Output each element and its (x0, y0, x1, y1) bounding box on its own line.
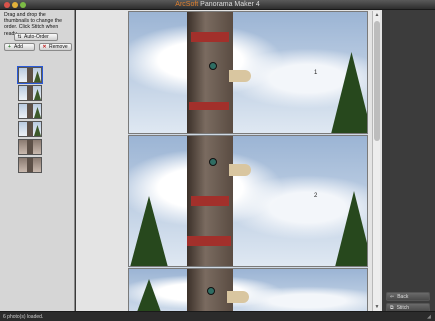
totem-pole (187, 12, 233, 133)
left-panel: Drag and drop the thumbnails to change t… (0, 10, 75, 311)
frame-label-1: 1 (314, 70, 318, 76)
preview-frame-1[interactable] (128, 11, 368, 134)
right-panel: ⇐ Back ⧉ Stitch (382, 10, 435, 312)
back-label: Back (397, 293, 409, 300)
sort-icon: ⇅ (17, 33, 22, 40)
resize-grip-icon[interactable]: ◢ (427, 314, 433, 320)
tree (129, 196, 169, 266)
add-button[interactable]: + Add (4, 43, 35, 51)
status-bar: 6 photo(s) loaded. ◢ (0, 311, 435, 321)
stitch-icon: ⧉ (390, 304, 394, 311)
x-icon: ✕ (42, 43, 47, 50)
frame-label-2: 2 (314, 193, 318, 199)
preview-scrollbar[interactable]: ▲ ▼ (372, 11, 380, 311)
add-label: Add (14, 44, 23, 50)
scroll-down-icon[interactable]: ▼ (373, 303, 381, 311)
title-app: Panorama Maker 4 (198, 1, 260, 8)
window-title: ArcSoft Panorama Maker 4 (0, 1, 435, 8)
stitch-label: Stitch (396, 304, 410, 311)
thumbnail-list: 1 2 3 4 5 6 (17, 66, 58, 175)
arrow-left-icon: ⇐ (390, 293, 395, 300)
tree (129, 279, 169, 311)
remove-label: Remove (49, 44, 68, 50)
thumbnail-1[interactable]: 1 (17, 66, 43, 84)
thumbnail-6[interactable]: 6 (18, 157, 42, 173)
back-button[interactable]: ⇐ Back (386, 292, 430, 301)
status-text: 6 photo(s) loaded. (3, 314, 44, 320)
tree (334, 191, 367, 266)
preview-frame-2[interactable] (128, 135, 368, 267)
auto-order-label: Auto-Order (24, 34, 49, 40)
preview-frame-3[interactable] (128, 268, 368, 311)
thumbnail-2[interactable]: 2 (18, 85, 42, 101)
title-bar: ArcSoft Panorama Maker 4 (0, 0, 435, 10)
auto-order-button[interactable]: ⇅ Auto-Order (14, 33, 58, 41)
thumbnail-4[interactable]: 4 (18, 121, 42, 137)
remove-button[interactable]: ✕ Remove (39, 43, 72, 51)
scroll-up-icon[interactable]: ▲ (373, 11, 381, 19)
scrollbar-thumb[interactable] (374, 21, 380, 141)
thumbnail-3[interactable]: 3 (18, 103, 42, 119)
title-brand: ArcSoft (175, 1, 199, 8)
tree (329, 52, 367, 133)
plus-icon: + (8, 43, 11, 50)
thumbnail-5[interactable]: 5 (18, 139, 42, 155)
preview-canvas (128, 11, 368, 311)
